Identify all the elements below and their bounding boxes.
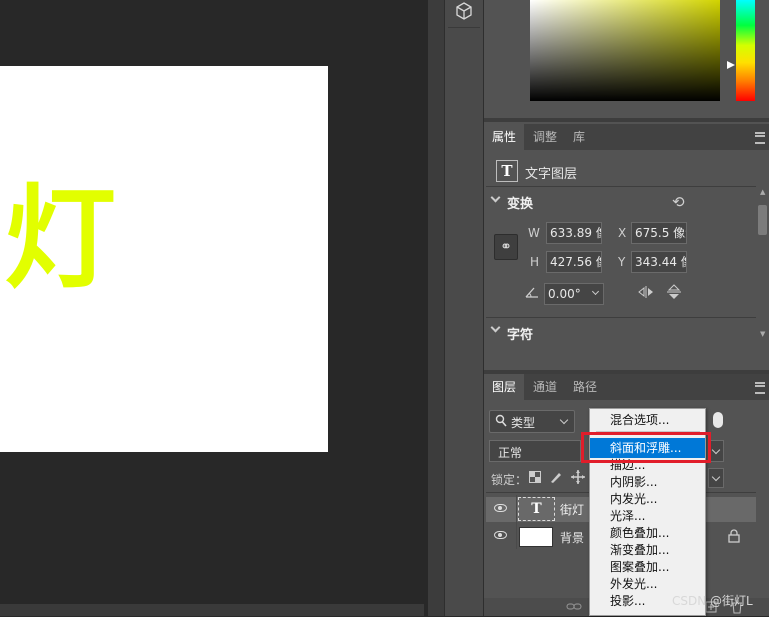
h-label: H [530,255,540,269]
section-divider [486,186,756,187]
tab-layers[interactable]: 图层 [484,374,525,400]
x-position-field[interactable]: 675.5 像素 [631,222,687,244]
flip-horizontal-icon[interactable] [637,285,655,302]
menu-item-satin[interactable]: 光泽... [610,508,645,524]
link-layers-icon[interactable] [566,601,582,615]
transform-section-title[interactable]: 变换 [507,193,533,212]
angle-icon [524,285,540,302]
flip-vertical-icon[interactable] [666,283,682,304]
tab-channels[interactable]: 通道 [525,374,565,400]
canvas-horizontal-scrollbar[interactable] [0,604,424,616]
section-divider [486,317,756,318]
blend-mode-value: 正常 [498,446,523,460]
tab-paths[interactable]: 路径 [565,374,605,400]
chevron-down-icon [711,472,721,482]
3d-cube-icon[interactable] [447,0,481,26]
layer-name[interactable]: 背景 [560,529,584,546]
lock-icon [728,529,740,546]
layer-name[interactable]: 街灯 [560,501,584,518]
menu-item-color-overlay[interactable]: 颜色叠加... [610,525,669,541]
character-section-title[interactable]: 字符 [507,324,533,343]
menu-item-gradient-overlay[interactable]: 渐变叠加... [610,542,669,558]
panel-menu-icon[interactable] [755,382,765,394]
menu-item-drop-shadow[interactable]: 投影... [610,593,645,609]
color-saturation-field[interactable] [530,0,720,101]
search-icon [495,414,507,431]
panel-menu-icon[interactable] [755,132,765,144]
x-label: X [618,226,627,240]
filter-toggle[interactable] [713,412,723,428]
blend-mode-select[interactable]: 正常 [489,440,581,462]
tab-libraries[interactable]: 库 [565,124,593,150]
annotation-highlight-box [581,432,711,463]
chevron-down-icon [559,415,569,425]
toolstrip-divider [448,27,480,28]
menu-item-inner-glow[interactable]: 内发光... [610,491,657,507]
scroll-down-icon[interactable]: ▼ [760,330,765,338]
layer-filter-select[interactable]: 类型 [489,410,575,433]
layer-type-label: 文字图层 [525,167,578,182]
properties-scroll-thumb[interactable] [758,205,767,235]
lock-label: 锁定： [491,473,528,487]
link-dimensions-button[interactable]: ⚭ [494,234,518,260]
reset-transform-icon[interactable]: ⟲ [672,193,685,211]
fill-dropdown[interactable] [708,468,724,488]
chevron-down-icon [711,445,721,455]
text-layer-icon: T [496,160,518,182]
filter-kind-label: 类型 [511,416,536,430]
w-label: W [528,226,540,240]
lock-transparent-pixels-icon[interactable] [529,471,541,486]
hue-slider[interactable] [736,0,755,101]
height-field[interactable]: 427.56 像素 [546,251,602,273]
canvas-text-layer[interactable]: 灯 [4,183,116,295]
visibility-eye-icon[interactable] [494,504,507,512]
text-layer-thumbnail: T [518,497,555,521]
panel-gutter [428,0,444,616]
menu-item-outer-glow[interactable]: 外发光... [610,576,657,592]
layers-tabbar: 图层 通道 路径 [484,374,769,400]
lock-position-icon[interactable] [570,469,586,488]
y-label: Y [618,255,626,269]
watermark: CSDN @街灯L [672,594,753,608]
lock-image-pixels-icon[interactable] [549,470,563,487]
menu-item-pattern-overlay[interactable]: 图案叠加... [610,559,669,575]
menu-item-blending-options[interactable]: 混合选项... [610,412,669,428]
menu-item-inner-shadow[interactable]: 内阴影... [610,474,657,490]
properties-tabbar: 属性 调整 库 [484,124,769,150]
tab-adjustments[interactable]: 调整 [525,124,565,150]
panel-toolstrip [444,0,484,616]
row-divider [516,495,517,522]
panel-divider [484,118,769,122]
tab-properties[interactable]: 属性 [484,124,525,150]
y-position-field[interactable]: 343.44 像素 [631,251,687,273]
row-divider [516,522,517,549]
visibility-eye-icon[interactable] [494,531,507,539]
scroll-up-icon[interactable]: ▲ [760,188,765,196]
background-layer-thumbnail [519,527,553,547]
width-field[interactable]: 633.89 像素 [546,222,602,244]
